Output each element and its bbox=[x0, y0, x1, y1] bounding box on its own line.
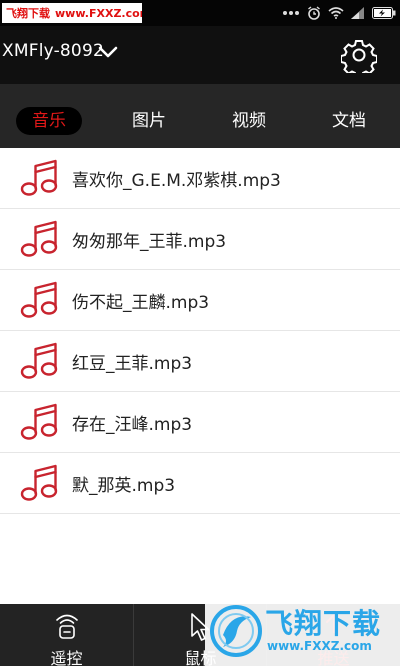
tab-documents[interactable]: 文档 bbox=[316, 107, 382, 135]
more-dots-icon bbox=[282, 10, 300, 16]
watermark-logo-icon bbox=[209, 601, 263, 665]
battery-charging-icon bbox=[372, 7, 396, 19]
music-note-icon bbox=[18, 217, 62, 265]
app-header: XMFly-8092 bbox=[0, 26, 400, 84]
file-row[interactable]: 喜欢你_G.E.M.邓紫棋.mp3 bbox=[0, 148, 400, 209]
tab-videos[interactable]: 视频 bbox=[216, 107, 282, 135]
file-name: 伤不起_王麟.mp3 bbox=[72, 293, 210, 313]
watermark-banner: 飞翔下载 www.FXXZ.com bbox=[2, 3, 142, 23]
music-note-icon bbox=[18, 461, 62, 509]
status-icons bbox=[282, 4, 396, 22]
device-name[interactable]: XMFly-8092 bbox=[2, 41, 104, 61]
watermark-url-text: www.FXXZ.com bbox=[267, 639, 372, 653]
nav-remote[interactable]: 遥控 bbox=[0, 604, 133, 666]
music-note-icon bbox=[18, 400, 62, 448]
music-note-icon bbox=[18, 156, 62, 204]
watermark-overlay: 飞翔下载 www.FXXZ.com bbox=[205, 597, 400, 666]
file-row[interactable]: 存在_汪峰.mp3 bbox=[0, 392, 400, 453]
file-row[interactable]: 默_那英.mp3 bbox=[0, 453, 400, 514]
settings-gear-icon[interactable] bbox=[340, 37, 378, 78]
file-row[interactable]: 红豆_王菲.mp3 bbox=[0, 331, 400, 392]
file-row[interactable]: 伤不起_王麟.mp3 bbox=[0, 270, 400, 331]
signal-icon bbox=[351, 7, 365, 19]
file-list: 喜欢你_G.E.M.邓紫棋.mp3 匆匆那年_王菲.mp3 伤不起_王麟.mp3 红豆… bbox=[0, 148, 400, 514]
music-note-icon bbox=[18, 339, 62, 387]
status-bar: 飞翔下载 www.FXXZ.com bbox=[0, 0, 400, 26]
wifi-icon bbox=[328, 7, 344, 19]
category-tabs: 音乐 图片 视频 文档 bbox=[0, 84, 400, 148]
alarm-icon bbox=[307, 6, 321, 20]
music-note-icon bbox=[18, 278, 62, 326]
file-row[interactable]: 匆匆那年_王菲.mp3 bbox=[0, 209, 400, 270]
file-name: 默_那英.mp3 bbox=[72, 476, 176, 496]
file-name: 红豆_王菲.mp3 bbox=[72, 354, 193, 374]
watermark-url: www.FXXZ.com bbox=[55, 6, 142, 20]
file-name: 存在_汪峰.mp3 bbox=[72, 415, 193, 435]
watermark-title: 飞翔下载 bbox=[265, 607, 382, 640]
chevron-down-icon[interactable] bbox=[98, 44, 118, 63]
file-name: 喜欢你_G.E.M.邓紫棋.mp3 bbox=[72, 171, 281, 191]
tab-music[interactable]: 音乐 bbox=[16, 107, 82, 135]
watermark-site-name: 飞翔下载 bbox=[6, 7, 50, 20]
remote-icon bbox=[52, 612, 82, 644]
tab-pictures[interactable]: 图片 bbox=[116, 107, 182, 135]
file-name: 匆匆那年_王菲.mp3 bbox=[72, 232, 227, 252]
nav-remote-label: 遥控 bbox=[50, 649, 83, 666]
